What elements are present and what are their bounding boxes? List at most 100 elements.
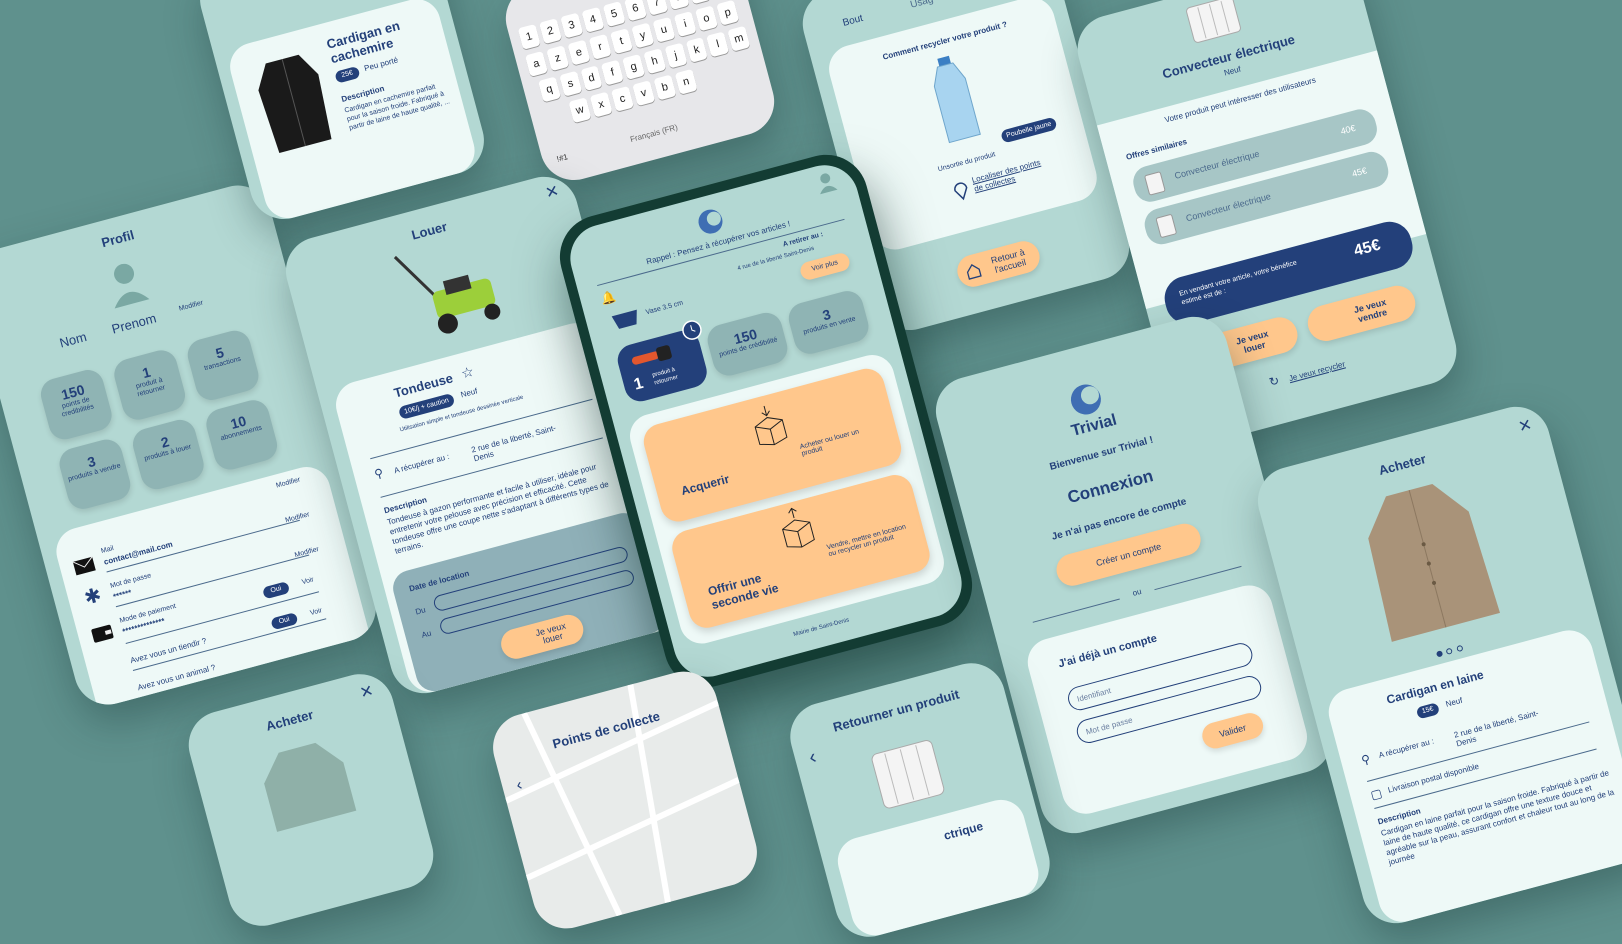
keyboard-screen: 1234567890azertyuiopqsdfghjklmwxcvbn Fra… bbox=[498, 0, 782, 188]
have-account-title: J'ai déjà un compte bbox=[1057, 632, 1159, 671]
edit-link[interactable]: Modifier bbox=[294, 546, 320, 559]
sell-button-label: Je veux vendre bbox=[1352, 296, 1389, 325]
key[interactable]: 9 bbox=[687, 0, 711, 5]
key[interactable]: a bbox=[524, 50, 549, 77]
key[interactable]: r bbox=[588, 33, 612, 60]
key[interactable]: 3 bbox=[560, 12, 584, 39]
return-label: produit à retourner bbox=[651, 366, 679, 387]
collect-points-screen: Points de collecte ‹ bbox=[485, 663, 765, 937]
cardigan-image bbox=[1368, 483, 1500, 642]
return-card[interactable]: 1 produit à retourner bbox=[614, 320, 711, 405]
key[interactable]: x bbox=[589, 91, 613, 118]
voir-plus-button[interactable]: Voir plus bbox=[798, 251, 852, 282]
second-life-title: Offrir une seconde vie bbox=[706, 570, 781, 613]
key[interactable]: 6 bbox=[623, 0, 648, 22]
clock-icon bbox=[682, 320, 702, 340]
radiator-thumbnail bbox=[1155, 214, 1177, 238]
edit-link[interactable]: Modifier bbox=[285, 511, 311, 524]
chainsaw-image bbox=[631, 345, 672, 365]
bell-icon: 🔔 bbox=[599, 288, 618, 307]
voir-link[interactable]: Voir bbox=[301, 576, 314, 586]
radiator-thumbnail bbox=[1144, 171, 1166, 196]
validate-button[interactable]: Valider bbox=[1199, 710, 1266, 752]
key[interactable]: s bbox=[559, 70, 582, 97]
key[interactable]: g bbox=[622, 53, 646, 80]
key[interactable]: 2 bbox=[538, 18, 563, 45]
location-pin-icon bbox=[954, 182, 968, 201]
recycle-link[interactable]: Je veux recycler bbox=[1288, 360, 1346, 384]
or-separator: ou bbox=[1131, 586, 1143, 598]
symbols-key[interactable]: !#1 bbox=[556, 152, 569, 164]
edit-name-link[interactable]: Modifier bbox=[178, 299, 204, 312]
key[interactable]: t bbox=[609, 28, 634, 55]
password-label: Mot de passe bbox=[109, 572, 152, 590]
bottle-image bbox=[933, 55, 981, 144]
key[interactable]: p bbox=[716, 0, 740, 26]
rent-cta-button[interactable]: Je veux louer bbox=[497, 611, 587, 663]
key[interactable]: 4 bbox=[581, 6, 605, 33]
key[interactable]: 5 bbox=[602, 1, 626, 28]
key[interactable]: d bbox=[580, 65, 603, 92]
key[interactable]: n bbox=[674, 68, 698, 95]
keyboard: 1234567890azertyuiopqsdfghjklmwxcvbn bbox=[517, 0, 759, 137]
offer-name: Convecteur électrique bbox=[1173, 148, 1261, 181]
key[interactable]: o bbox=[694, 5, 719, 32]
product-state: Neuf bbox=[459, 386, 479, 400]
pin-icon: ⚲ bbox=[372, 465, 385, 482]
key[interactable]: u bbox=[652, 16, 676, 43]
key[interactable]: c bbox=[610, 85, 635, 112]
stat-card: 1 produit à retourner bbox=[110, 346, 189, 424]
price-badge: 15€ bbox=[1415, 702, 1441, 720]
back-icon[interactable]: ‹ bbox=[807, 746, 819, 770]
map-image bbox=[504, 684, 740, 917]
key[interactable]: w bbox=[568, 97, 592, 124]
home-button[interactable]: Retour à l'accueil bbox=[953, 237, 1044, 291]
radiator-image bbox=[871, 740, 945, 809]
vase-image bbox=[611, 309, 637, 329]
lawnmower-image bbox=[393, 255, 501, 334]
user-icon[interactable] bbox=[814, 170, 838, 195]
key[interactable]: 1 bbox=[517, 23, 541, 50]
product-title: Cardigan en cachemire bbox=[324, 17, 402, 67]
pickup-value: 2 rue de la liberté, Saint-Denis bbox=[1452, 708, 1540, 749]
key[interactable]: l bbox=[706, 31, 730, 58]
price-badge: 25€ bbox=[334, 65, 361, 84]
product-card: Cardigan en laine 15€ Neuf ⚲ A récupérer… bbox=[1323, 624, 1622, 928]
stat-card: 10 abonnements bbox=[202, 396, 281, 474]
acquire-description: Acheter ou louer un produit bbox=[799, 428, 860, 458]
question-animal: Avez vous un animal ? bbox=[136, 662, 217, 693]
password-value: ****** bbox=[112, 587, 133, 602]
key[interactable]: z bbox=[546, 45, 570, 72]
key[interactable]: y bbox=[631, 22, 655, 49]
voir-link[interactable]: Voir bbox=[309, 607, 322, 617]
offer-name: Convecteur électrique bbox=[1184, 191, 1272, 224]
key[interactable]: b bbox=[653, 74, 677, 101]
stat-card: 150 points de credibilités bbox=[37, 366, 116, 443]
edit-link[interactable]: Modifier bbox=[275, 476, 301, 489]
key[interactable]: j bbox=[664, 42, 688, 69]
wallet-icon bbox=[91, 624, 114, 643]
first-name: Prenom bbox=[110, 310, 158, 337]
key[interactable]: q bbox=[537, 76, 561, 103]
selling-card: 3 produits en vente bbox=[785, 287, 873, 358]
key[interactable]: k bbox=[685, 37, 709, 63]
app-logo-icon bbox=[698, 209, 723, 234]
key[interactable]: e bbox=[567, 39, 591, 66]
key[interactable]: h bbox=[643, 48, 667, 75]
key[interactable]: m bbox=[727, 25, 751, 52]
cardigan-image bbox=[264, 742, 357, 832]
keyboard-language: Français (FR) bbox=[629, 122, 679, 145]
key[interactable]: 7 bbox=[645, 0, 669, 16]
favorite-star-icon[interactable]: ☆ bbox=[459, 363, 476, 383]
sell-button[interactable]: Je veux vendre bbox=[1303, 281, 1420, 346]
box-icon: ▢ bbox=[1369, 785, 1384, 803]
key[interactable]: 8 bbox=[666, 0, 690, 10]
oui-toggle[interactable]: Oui bbox=[262, 581, 291, 600]
pin-icon: ⚲ bbox=[1359, 751, 1372, 768]
key[interactable]: v bbox=[632, 80, 656, 107]
box-up-icon bbox=[782, 507, 815, 548]
condition-text: Peu porté bbox=[363, 55, 400, 73]
key[interactable]: f bbox=[601, 59, 625, 86]
key[interactable]: i bbox=[673, 11, 697, 38]
bin-badge: Poubelle jaune bbox=[1000, 116, 1058, 144]
